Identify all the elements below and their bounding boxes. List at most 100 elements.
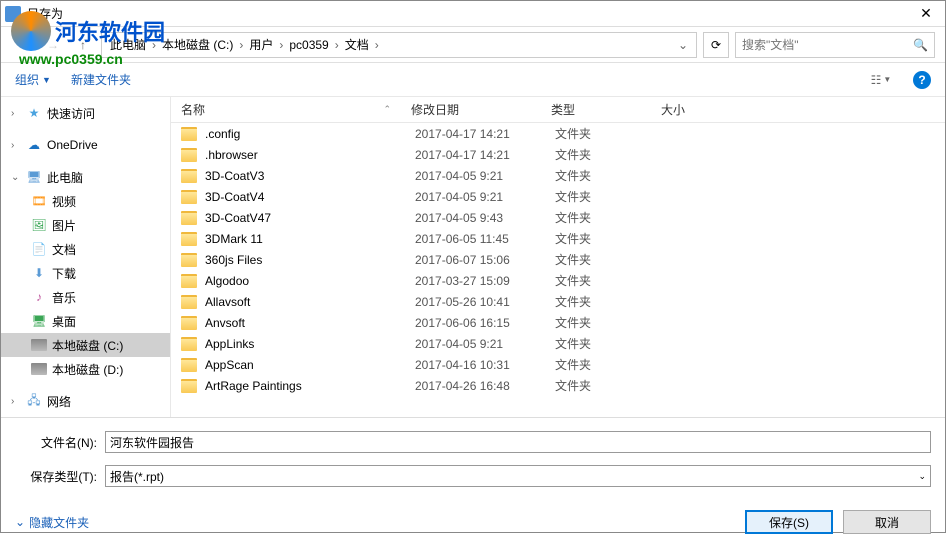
folder-icon [181, 127, 197, 141]
search-icon[interactable]: 🔍 [913, 38, 928, 52]
file-row[interactable]: .hbrowser2017-04-17 14:21文件夹 [171, 144, 945, 165]
help-button[interactable]: ? [913, 71, 931, 89]
column-type[interactable]: 类型 [551, 101, 661, 118]
sidebar-music[interactable]: ♪音乐 [1, 285, 170, 309]
breadcrumb-item[interactable]: pc0359 [285, 38, 332, 52]
back-button[interactable]: ← [11, 33, 35, 57]
column-name[interactable]: 名称⌃ [181, 101, 411, 118]
toolbar: 组织▼ 新建文件夹 ☷▼ ? [1, 63, 945, 97]
file-row[interactable]: 3D-CoatV472017-04-05 9:43文件夹 [171, 207, 945, 228]
sidebar-video[interactable]: 🎞视频 [1, 189, 170, 213]
folder-icon [181, 337, 197, 351]
breadcrumb-item[interactable]: 文档 [341, 36, 373, 53]
file-name: 3DMark 11 [205, 232, 415, 246]
sidebar-drive-c[interactable]: 本地磁盘 (C:) [1, 333, 170, 357]
file-type: 文件夹 [555, 293, 665, 310]
title-bar: 另存为 ✕ [1, 1, 945, 27]
window-title: 另存为 [27, 5, 911, 22]
file-date: 2017-04-05 9:21 [415, 169, 555, 183]
breadcrumb-item[interactable]: 用户 [245, 36, 277, 53]
folder-icon [181, 169, 197, 183]
file-type: 文件夹 [555, 356, 665, 373]
file-name: AppLinks [205, 337, 415, 351]
file-date: 2017-04-17 14:21 [415, 148, 555, 162]
close-button[interactable]: ✕ [911, 5, 941, 22]
sidebar-desktop[interactable]: 🖥桌面 [1, 309, 170, 333]
file-type: 文件夹 [555, 188, 665, 205]
sidebar-quick-access[interactable]: ›★快速访问 [1, 101, 170, 125]
file-row[interactable]: .config2017-04-17 14:21文件夹 [171, 123, 945, 144]
file-date: 2017-06-05 11:45 [415, 232, 555, 246]
file-row[interactable]: AppScan2017-04-16 10:31文件夹 [171, 354, 945, 375]
search-input[interactable] [742, 38, 913, 52]
breadcrumb[interactable]: 此电脑› 本地磁盘 (C:)› 用户› pc0359› 文档› ⌄ [101, 32, 697, 58]
file-name: ArtRage Paintings [205, 379, 415, 393]
file-row[interactable]: ArtRage Paintings2017-04-26 16:48文件夹 [171, 375, 945, 396]
file-type: 文件夹 [555, 377, 665, 394]
file-row[interactable]: AppLinks2017-04-05 9:21文件夹 [171, 333, 945, 354]
file-name: 360js Files [205, 253, 415, 267]
file-type: 文件夹 [555, 335, 665, 352]
filename-label: 文件名(N): [15, 434, 105, 451]
file-name: 3D-CoatV47 [205, 211, 415, 225]
folder-icon [181, 316, 197, 330]
sidebar-network[interactable]: ›🖧网络 [1, 389, 170, 413]
dropdown-icon: ⌄ [918, 471, 926, 482]
file-type: 文件夹 [555, 167, 665, 184]
file-type: 文件夹 [555, 146, 665, 163]
save-button[interactable]: 保存(S) [745, 510, 833, 534]
breadcrumb-dropdown-icon[interactable]: ⌄ [674, 38, 692, 52]
folder-icon [181, 379, 197, 393]
file-row[interactable]: 3D-CoatV32017-04-05 9:21文件夹 [171, 165, 945, 186]
file-date: 2017-04-05 9:21 [415, 337, 555, 351]
filetype-select[interactable]: 报告(*.rpt) ⌄ [105, 465, 931, 487]
hide-folders-toggle[interactable]: ⌄隐藏文件夹 [15, 514, 89, 531]
file-name: .config [205, 127, 415, 141]
view-button[interactable]: ☷▼ [869, 68, 893, 92]
breadcrumb-item[interactable]: 此电脑 [106, 36, 150, 53]
new-folder-button[interactable]: 新建文件夹 [71, 71, 131, 88]
organize-button[interactable]: 组织▼ [15, 71, 51, 88]
file-type: 文件夹 [555, 209, 665, 226]
app-icon [5, 6, 21, 22]
column-size[interactable]: 大小 [661, 101, 741, 118]
file-name: .hbrowser [205, 148, 415, 162]
file-row[interactable]: 3DMark 112017-06-05 11:45文件夹 [171, 228, 945, 249]
file-name: Anvsoft [205, 316, 415, 330]
filetype-label: 保存类型(T): [15, 468, 105, 485]
forward-button[interactable]: → [41, 33, 65, 57]
sidebar-documents[interactable]: 📄文档 [1, 237, 170, 261]
file-row[interactable]: Algodoo2017-03-27 15:09文件夹 [171, 270, 945, 291]
file-date: 2017-06-06 16:15 [415, 316, 555, 330]
sidebar-this-pc[interactable]: ⌄🖥此电脑 [1, 165, 170, 189]
folder-icon [181, 232, 197, 246]
file-name: AppScan [205, 358, 415, 372]
chevron-down-icon: ⌄ [15, 515, 25, 529]
sidebar-onedrive[interactable]: ›☁OneDrive [1, 133, 170, 157]
file-list: 名称⌃ 修改日期 类型 大小 .config2017-04-17 14:21文件… [171, 97, 945, 417]
folder-icon [181, 211, 197, 225]
file-date: 2017-04-05 9:43 [415, 211, 555, 225]
file-row[interactable]: Anvsoft2017-06-06 16:15文件夹 [171, 312, 945, 333]
filename-input[interactable] [105, 431, 931, 453]
folder-icon [181, 253, 197, 267]
file-row[interactable]: 360js Files2017-06-07 15:06文件夹 [171, 249, 945, 270]
file-date: 2017-06-07 15:06 [415, 253, 555, 267]
sidebar-drive-d[interactable]: 本地磁盘 (D:) [1, 357, 170, 381]
sidebar-downloads[interactable]: ⬇下载 [1, 261, 170, 285]
column-date[interactable]: 修改日期 [411, 101, 551, 118]
search-box[interactable]: 🔍 [735, 32, 935, 58]
folder-icon [181, 295, 197, 309]
folder-icon [181, 358, 197, 372]
breadcrumb-item[interactable]: 本地磁盘 (C:) [158, 36, 237, 53]
footer: ⌄隐藏文件夹 保存(S) 取消 [1, 502, 945, 542]
file-name: 3D-CoatV3 [205, 169, 415, 183]
up-button[interactable]: ↑ [71, 33, 95, 57]
file-row[interactable]: Allavsoft2017-05-26 10:41文件夹 [171, 291, 945, 312]
file-date: 2017-04-05 9:21 [415, 190, 555, 204]
file-date: 2017-05-26 10:41 [415, 295, 555, 309]
sidebar-pictures[interactable]: 🖼图片 [1, 213, 170, 237]
cancel-button[interactable]: 取消 [843, 510, 931, 534]
file-row[interactable]: 3D-CoatV42017-04-05 9:21文件夹 [171, 186, 945, 207]
refresh-button[interactable]: ⟳ [703, 32, 729, 58]
